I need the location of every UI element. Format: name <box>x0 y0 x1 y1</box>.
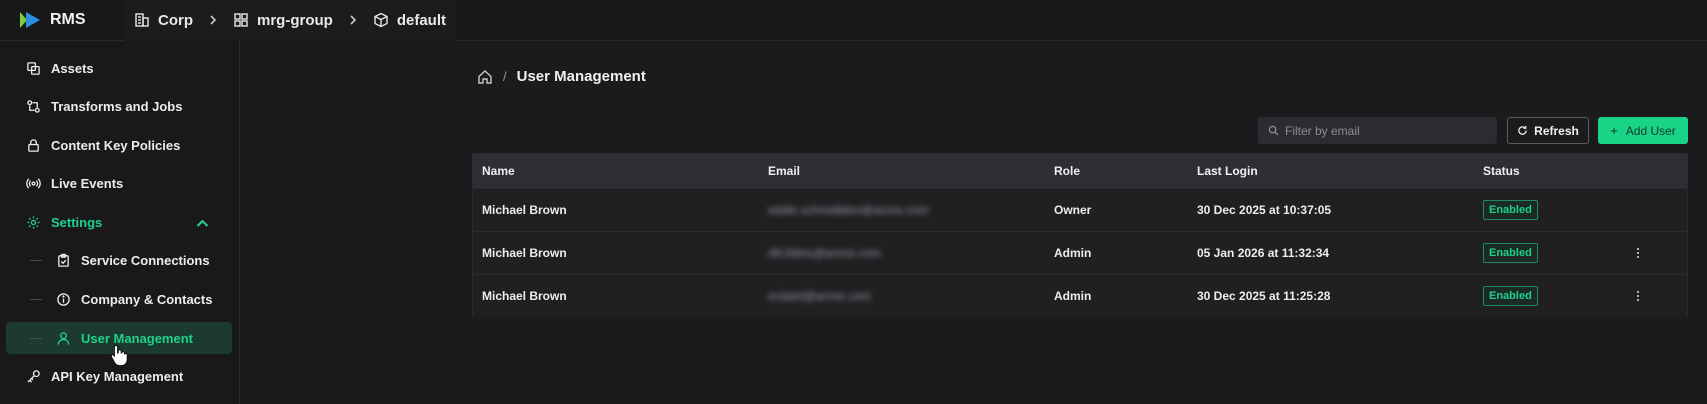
sidebar-item-label: Company & Contacts <box>81 291 213 307</box>
user-role: Admin <box>1054 246 1092 260</box>
plus-icon: + <box>1610 123 1618 138</box>
breadcrumb: Corp mrg-group default <box>124 0 456 41</box>
user-name: Michael Brown <box>482 203 567 217</box>
sidebar-item-live-events[interactable]: Live Events <box>6 167 232 199</box>
app-logo[interactable]: RMS <box>20 11 124 29</box>
column-header-role[interactable]: Role <box>1054 164 1080 178</box>
more-vertical-icon[interactable] <box>1637 291 1641 301</box>
info-icon <box>57 292 70 306</box>
search-icon <box>1268 125 1279 136</box>
column-header-last-login[interactable]: Last Login <box>1197 164 1258 178</box>
column-header-email[interactable]: Email <box>768 164 800 178</box>
table-row[interactable]: Michael Brown eclatet@acme.com Admin 30 … <box>473 274 1687 317</box>
users-table: Name Email Role Last Login Status Michae… <box>472 153 1688 317</box>
refresh-icon <box>1518 125 1527 135</box>
transform-icon <box>27 99 40 113</box>
user-last-login: 30 Dec 2025 at 10:37:05 <box>1197 203 1332 217</box>
email-filter[interactable] <box>1258 117 1497 144</box>
top-bar: RMS Corp mrg-group default <box>0 0 1707 41</box>
table-header: Name Email Role Last Login Status <box>473 154 1687 188</box>
sidebar-item-label: Assets <box>51 60 94 76</box>
add-user-button[interactable]: + Add User <box>1598 117 1688 144</box>
grid-icon <box>234 13 248 27</box>
breadcrumb-separator: / <box>503 69 507 84</box>
sidebar-item-label: Settings <box>51 214 103 230</box>
breadcrumb-label: mrg-group <box>257 11 333 29</box>
refresh-button[interactable]: Refresh <box>1507 117 1589 144</box>
column-header-status[interactable]: Status <box>1483 164 1520 178</box>
sidebar-item-settings[interactable]: Settings <box>6 206 232 238</box>
home-icon[interactable] <box>477 69 493 85</box>
tree-line <box>30 337 42 339</box>
clipboard-icon <box>58 253 69 267</box>
column-header-name[interactable]: Name <box>482 164 515 178</box>
table-row[interactable]: Michael Brown eddie.schmidtdev@acme.com … <box>473 188 1687 231</box>
user-name: Michael Brown <box>482 289 567 303</box>
user-email: eclatet@acme.com <box>768 289 871 303</box>
status-badge: Enabled <box>1483 243 1538 263</box>
sidebar-item-label: Service Connections <box>81 252 210 268</box>
user-email: eddie.schmidtdev@acme.com <box>768 203 929 217</box>
sidebar-item-label: User Management <box>81 330 193 346</box>
building-icon <box>135 13 149 27</box>
sidebar-item-assets[interactable]: Assets <box>6 52 232 84</box>
lock-icon <box>28 138 39 152</box>
user-email: dfc3dtos@acme.com <box>768 246 881 260</box>
sidebar-item-content-key-policies[interactable]: Content Key Policies <box>6 129 232 161</box>
page-title: User Management <box>516 68 646 85</box>
refresh-label: Refresh <box>1534 123 1579 138</box>
sidebar-item-label: Content Key Policies <box>51 137 181 153</box>
breadcrumb-corp[interactable]: Corp <box>134 12 193 29</box>
table-row[interactable]: Michael Brown dfc3dtos@acme.com Admin 05… <box>473 231 1687 274</box>
user-role: Owner <box>1054 203 1092 217</box>
status-badge: Enabled <box>1483 286 1538 306</box>
sidebar-item-label: Live Events <box>51 175 124 191</box>
cube-icon <box>374 12 388 28</box>
breadcrumb-label: Corp <box>158 11 193 29</box>
user-role: Admin <box>1054 289 1092 303</box>
user-icon <box>57 331 70 345</box>
chevron-right-icon <box>207 14 219 26</box>
logo-icon <box>20 12 40 28</box>
gear-icon <box>27 215 40 229</box>
tree-line <box>30 259 42 261</box>
more-vertical-icon[interactable] <box>1637 248 1641 258</box>
chevron-right-icon <box>347 14 359 26</box>
hand-cursor-icon <box>110 344 128 366</box>
email-filter-input[interactable] <box>1285 123 1485 138</box>
breadcrumb-mrg-group[interactable]: mrg-group <box>233 12 333 29</box>
status-badge: Enabled <box>1483 200 1538 220</box>
sidebar-item-label: API Key Management <box>51 368 184 384</box>
key-icon <box>27 369 40 383</box>
sidebar-item-service-connections[interactable]: Service Connections <box>6 244 232 276</box>
sidebar-item-label: Transforms and Jobs <box>51 98 183 114</box>
sidebar-item-transforms[interactable]: Transforms and Jobs <box>6 90 232 122</box>
add-user-label: Add User <box>1625 123 1676 138</box>
chevron-up-icon[interactable] <box>195 216 210 231</box>
user-last-login: 30 Dec 2025 at 11:25:28 <box>1197 289 1331 303</box>
tree-line <box>30 298 42 300</box>
broadcast-icon <box>26 177 41 189</box>
assets-icon <box>27 61 40 75</box>
user-last-login: 05 Jan 2026 at 11:32:34 <box>1197 246 1330 260</box>
user-name: Michael Brown <box>482 246 567 260</box>
app-name: RMS <box>50 11 86 28</box>
sidebar-item-company-contacts[interactable]: Company & Contacts <box>6 283 232 315</box>
breadcrumb-label: default <box>396 11 446 29</box>
breadcrumb-default[interactable]: default <box>373 12 446 29</box>
page-breadcrumb: / User Management <box>477 68 646 85</box>
